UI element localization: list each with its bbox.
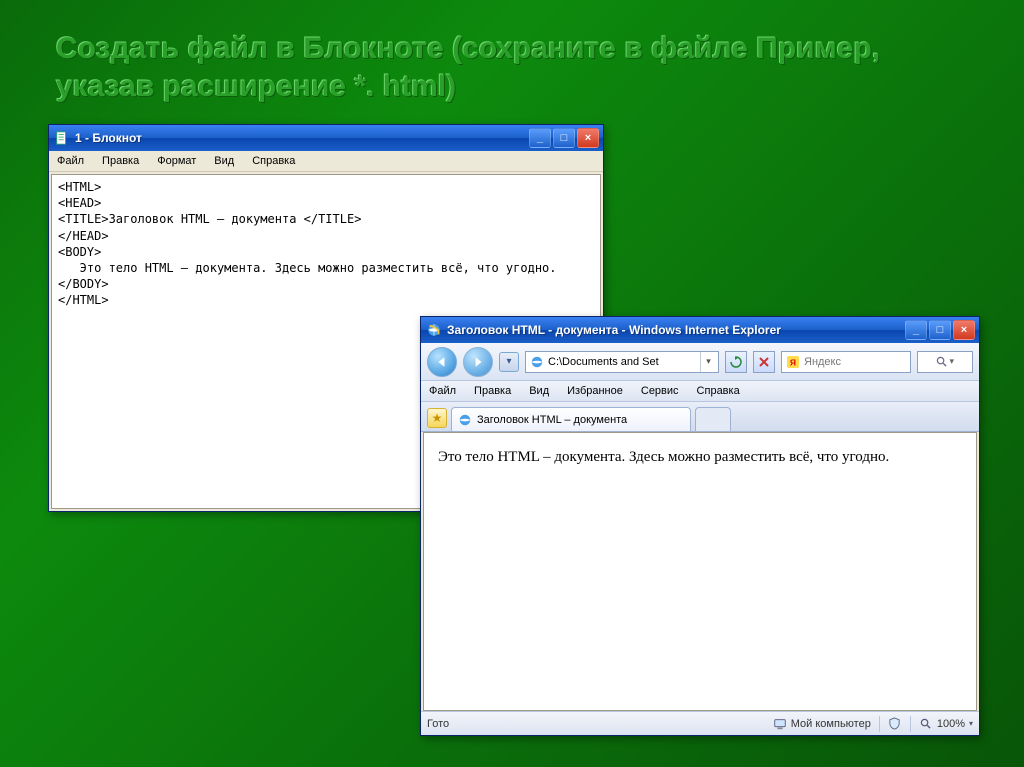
stop-button[interactable] — [753, 351, 775, 373]
ie-body-text: Это тело HTML – документа. Здесь можно р… — [438, 449, 889, 465]
menu-format[interactable]: Формат — [155, 153, 198, 169]
page-icon — [458, 413, 472, 427]
zoom-control[interactable]: 100% ▾ — [919, 717, 973, 731]
favorites-star-button[interactable]: ★ — [427, 408, 447, 428]
menu-favorites[interactable]: Избранное — [565, 383, 625, 399]
ie-window: Заголовок HTML - документа - Windows Int… — [420, 316, 980, 736]
search-placeholder: Яндекс — [804, 356, 841, 368]
notepad-titlebar[interactable]: 1 - Блокнот _ □ × — [49, 125, 603, 151]
ie-icon — [427, 323, 441, 337]
zoom-icon — [919, 717, 933, 731]
menu-help[interactable]: Справка — [695, 383, 742, 399]
menu-edit[interactable]: Правка — [100, 153, 141, 169]
yandex-icon: Я — [786, 355, 800, 369]
zoom-value: 100% — [937, 718, 965, 730]
ie-titlebar[interactable]: Заголовок HTML - документа - Windows Int… — [421, 317, 979, 343]
address-input[interactable] — [548, 356, 700, 368]
notepad-menubar: Файл Правка Формат Вид Справка — [49, 151, 603, 172]
ie-page-content: Это тело HTML – документа. Здесь можно р… — [423, 432, 977, 711]
minimize-button[interactable]: _ — [529, 128, 551, 148]
ie-nav-toolbar: ▾ ▾ Я Яндекс ▾ — [421, 343, 979, 381]
menu-edit[interactable]: Правка — [472, 383, 513, 399]
page-icon — [530, 355, 544, 369]
menu-file[interactable]: Файл — [55, 153, 86, 169]
slide-title: Создать файл в Блокноте (сохраните в фай… — [56, 30, 984, 105]
svg-text:Я: Я — [790, 357, 796, 367]
address-dropdown[interactable]: ▾ — [700, 352, 716, 372]
ie-menubar: Файл Правка Вид Избранное Сервис Справка — [421, 381, 979, 402]
status-zone-label: Мой компьютер — [791, 718, 871, 730]
ie-tab-active[interactable]: Заголовок HTML – документа — [451, 407, 691, 431]
address-bar[interactable]: ▾ — [525, 351, 719, 373]
computer-icon — [773, 717, 787, 731]
ie-title-text: Заголовок HTML - документа - Windows Int… — [447, 323, 899, 337]
menu-view[interactable]: Вид — [212, 153, 236, 169]
refresh-button[interactable] — [725, 351, 747, 373]
search-provider-dropdown[interactable]: ▾ — [917, 351, 973, 373]
ie-tab-strip: ★ Заголовок HTML – документа — [421, 402, 979, 432]
notepad-text-content[interactable]: <HTML> <HEAD> <TITLE>Заголовок HTML – до… — [52, 175, 600, 313]
ie-statusbar: Гото Мой компьютер 100% ▾ — [421, 711, 979, 735]
recent-pages-dropdown[interactable]: ▾ — [499, 352, 519, 372]
zoom-dropdown-icon[interactable]: ▾ — [969, 719, 973, 728]
notepad-icon — [55, 131, 69, 145]
search-box[interactable]: Я Яндекс — [781, 351, 911, 373]
maximize-button[interactable]: □ — [929, 320, 951, 340]
ie-tab-label: Заголовок HTML – документа — [477, 414, 627, 426]
back-button[interactable] — [427, 347, 457, 377]
minimize-button[interactable]: _ — [905, 320, 927, 340]
menu-help[interactable]: Справка — [250, 153, 297, 169]
close-button[interactable]: × — [953, 320, 975, 340]
menu-view[interactable]: Вид — [527, 383, 551, 399]
status-zone[interactable]: Мой компьютер — [773, 717, 871, 731]
forward-button[interactable] — [463, 347, 493, 377]
ie-new-tab-button[interactable] — [695, 407, 731, 431]
menu-tools[interactable]: Сервис — [639, 383, 681, 399]
menu-file[interactable]: Файл — [427, 383, 458, 399]
status-ready: Гото — [427, 718, 449, 730]
maximize-button[interactable]: □ — [553, 128, 575, 148]
protected-mode-icon[interactable] — [888, 717, 902, 731]
notepad-title-text: 1 - Блокнот — [75, 131, 523, 145]
close-button[interactable]: × — [577, 128, 599, 148]
